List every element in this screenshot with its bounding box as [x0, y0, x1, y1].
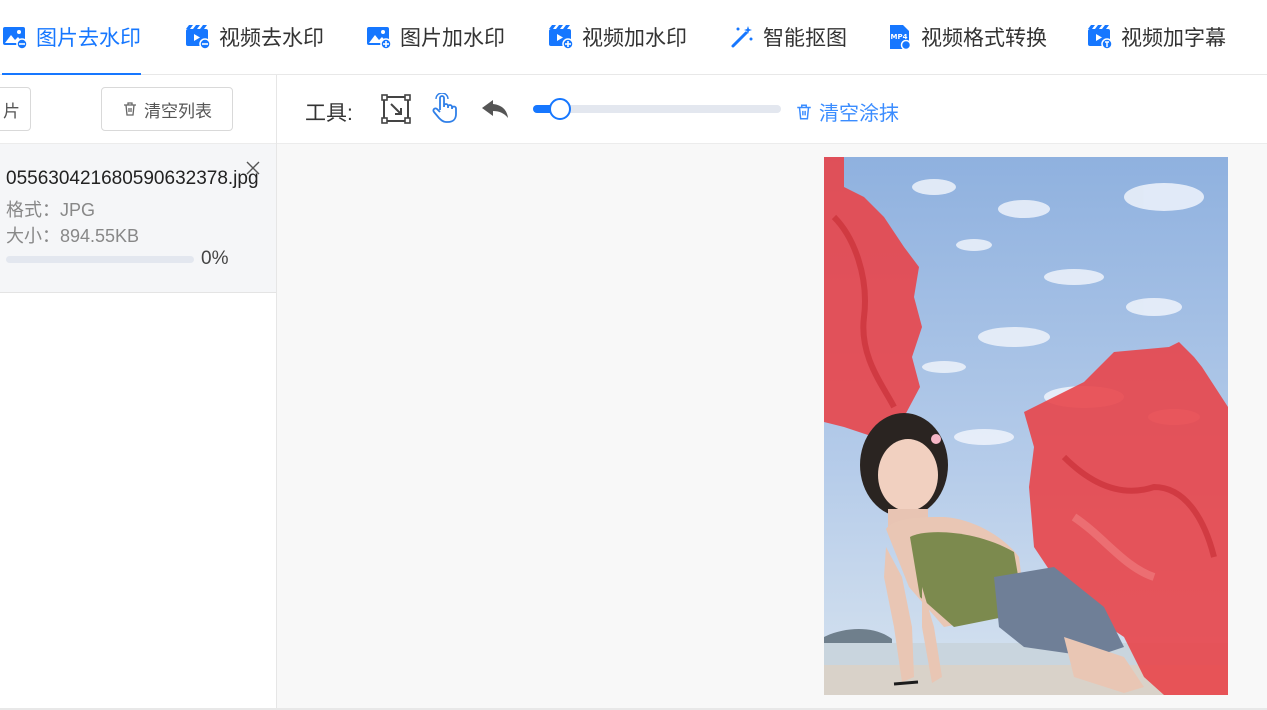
edit-canvas-area[interactable] — [277, 144, 1267, 710]
image-preview[interactable] — [824, 157, 1228, 695]
tab-smart-cutout[interactable]: 智能抠图 — [729, 0, 847, 74]
tab-image-watermark-remove[interactable]: 图片去水印 — [2, 0, 141, 75]
file-list-header: 片 清空列表 — [0, 75, 276, 144]
progress-bar — [6, 256, 194, 263]
image-remove-icon — [3, 27, 28, 50]
file-list-item[interactable]: 055630421680590632378.jpg 格式：JPG 大小：894.… — [0, 144, 276, 293]
clear-list-button[interactable]: 清空列表 — [101, 87, 233, 131]
clear-paint-label: 清空涂抹 — [819, 103, 899, 125]
tab-video-watermark-add[interactable]: 视频加水印 — [548, 0, 687, 74]
tab-label: 图片去水印 — [36, 27, 141, 50]
tab-label: 视频加水印 — [582, 27, 687, 50]
tab-label: 智能抠图 — [763, 27, 847, 50]
file-size: 大小：894.55KB — [6, 226, 140, 246]
clear-paint-button[interactable]: 清空涂抹 — [795, 97, 899, 126]
hand-pointer-icon[interactable] — [429, 93, 461, 125]
edit-toolbar: 工具: 清空涂抹 — [277, 75, 1267, 144]
brush-size-slider[interactable] — [533, 98, 781, 120]
file-list-panel: 片 清空列表 055630421680590632378.jpg 格式：JPG … — [0, 75, 277, 710]
add-image-button[interactable]: 片 — [0, 87, 31, 131]
brush-size-slider-thumb[interactable] — [549, 98, 572, 120]
top-tab-bar: 图片去水印 视频去水印 图片加水印 视频加水印 智能抠图 MP4 视频格式转换 … — [0, 0, 1267, 75]
tab-label: 视频格式转换 — [921, 27, 1047, 50]
magic-wand-icon — [731, 26, 753, 48]
svg-text:MP4: MP4 — [891, 33, 908, 41]
video-remove-icon — [186, 25, 211, 50]
tab-video-watermark-remove[interactable]: 视频去水印 — [185, 0, 324, 74]
image-add-icon — [367, 27, 392, 50]
file-format: 格式：JPG — [6, 200, 96, 220]
tab-image-watermark-add[interactable]: 图片加水印 — [366, 0, 505, 74]
select-box-icon[interactable] — [380, 93, 412, 125]
video-add-icon — [549, 25, 574, 50]
tab-video-format-convert[interactable]: MP4 视频格式转换 — [887, 0, 1047, 74]
clear-list-label: 清空列表 — [144, 101, 212, 121]
tab-label: 视频去水印 — [219, 27, 324, 50]
tab-label: 视频加字幕 — [1121, 27, 1226, 50]
trash-icon — [797, 104, 811, 119]
undo-icon[interactable] — [479, 93, 511, 125]
tab-video-subtitle[interactable]: 视频加字幕 — [1087, 0, 1226, 74]
mp4-file-icon: MP4 — [890, 25, 912, 50]
add-image-button-label: 片 — [3, 101, 20, 121]
file-name: 055630421680590632378.jpg — [6, 168, 259, 189]
video-subtitle-icon — [1088, 25, 1113, 50]
tab-label: 图片加水印 — [400, 27, 505, 50]
tools-label: 工具: — [305, 102, 353, 125]
trash-icon — [124, 102, 136, 116]
progress-text: 0% — [201, 248, 229, 269]
